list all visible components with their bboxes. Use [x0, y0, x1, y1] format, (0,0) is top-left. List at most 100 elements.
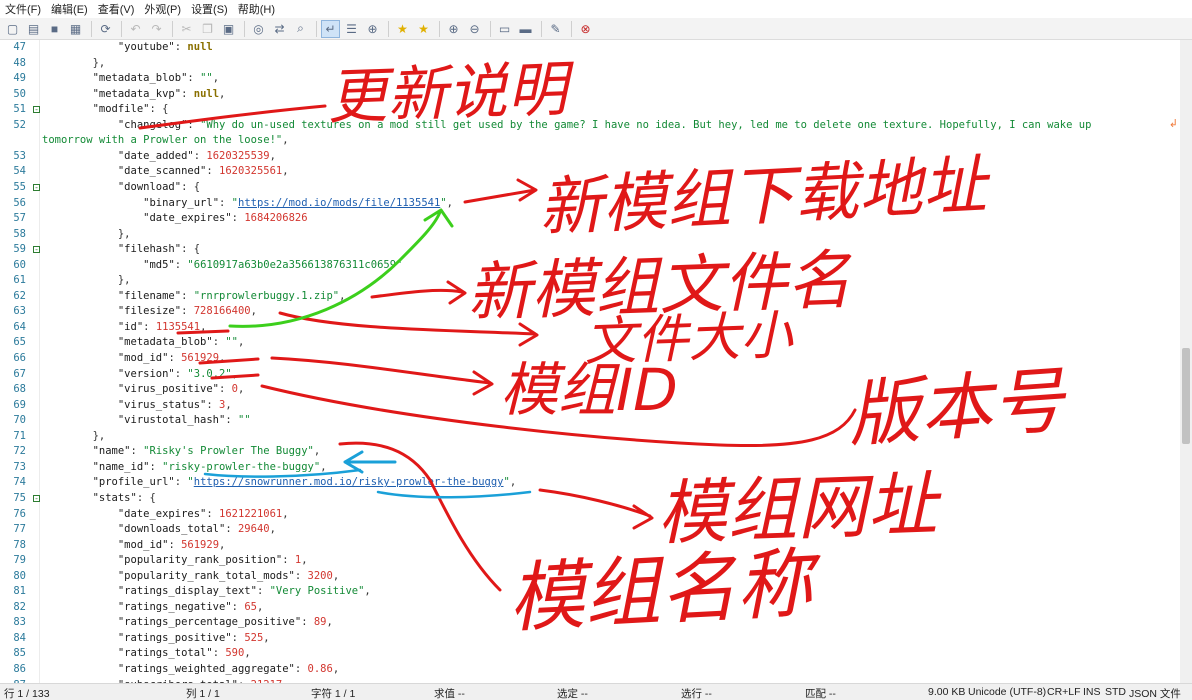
code-line[interactable]: "ratings_positive": 525, — [42, 631, 1172, 647]
code-line[interactable]: tomorrow with a Prowler on the loose!", — [42, 133, 1172, 149]
fold-toggle-icon[interactable]: - — [33, 246, 40, 254]
code-line[interactable]: "date_expires": 1621221061, — [42, 507, 1172, 523]
bookmark-next-icon[interactable]: ★ — [414, 20, 433, 38]
code-line[interactable]: "version": "3.0.2", — [42, 367, 1172, 383]
code-line[interactable]: "virustotal_hash": "" — [42, 413, 1172, 429]
code-line[interactable]: "changelog": "Why do un-used textures on… — [42, 118, 1172, 134]
status-ins[interactable]: INS — [1083, 686, 1101, 698]
status-filetype[interactable]: JSON 文件 — [1129, 686, 1181, 700]
toolbar-separator — [388, 20, 389, 37]
find-icon[interactable]: ◎ — [249, 20, 268, 38]
fold-toggle-icon[interactable]: - — [33, 494, 40, 502]
code-token: : — [193, 149, 207, 162]
line-number: 47 — [13, 41, 26, 53]
status-eol[interactable]: CR+LF — [1047, 686, 1081, 698]
paste-icon[interactable]: ▣ — [219, 20, 238, 38]
menu-item-4[interactable]: 设置(S) — [186, 1, 233, 17]
code-token: , — [282, 507, 289, 520]
code-line[interactable]: "download": { — [42, 180, 1172, 196]
save-all-icon[interactable]: ▦ — [66, 20, 85, 38]
code-line[interactable]: "virus_positive": 0, — [42, 382, 1172, 398]
code-token: 590 — [225, 647, 245, 660]
code-line[interactable]: "mod_id": 561929, — [42, 538, 1172, 554]
menu-item-0[interactable]: 文件(F) — [0, 1, 46, 17]
code-line[interactable]: "id": 1135541, — [42, 320, 1172, 336]
code-line[interactable]: "filesize": 728166400, — [42, 304, 1172, 320]
code-line[interactable]: "popularity_rank_position": 1, — [42, 553, 1172, 569]
replace-icon[interactable]: ⇄ — [270, 20, 289, 38]
code-line[interactable]: "virus_status": 3, — [42, 398, 1172, 414]
cut-icon[interactable]: ✂ — [177, 20, 196, 38]
zoom-out-icon[interactable]: ⊖ — [465, 20, 484, 38]
zoom-in-icon[interactable]: ⊕ — [444, 20, 463, 38]
save-icon[interactable]: ■ — [45, 20, 64, 38]
code-line[interactable]: }, — [42, 429, 1172, 445]
code-editor[interactable]: 47 48 49 50 51 52 53 54 55 56 57 58 59 60 61 62 63 64 65 66… — [0, 40, 1192, 683]
code-line[interactable]: "downloads_total": 29640, — [42, 522, 1172, 538]
code-line[interactable]: "modfile": { — [42, 102, 1172, 118]
code-line[interactable]: "name_id": "risky-prowler-the-buggy", — [42, 460, 1172, 476]
code-token: "mod_id" — [117, 538, 169, 551]
status-std[interactable]: STD — [1105, 686, 1126, 698]
fullscreen-icon[interactable]: ▬ — [516, 20, 535, 38]
close-icon[interactable]: ⊗ — [576, 20, 595, 38]
code-line[interactable]: "youtube": null — [42, 40, 1172, 56]
reload-icon[interactable]: ⟳ — [96, 20, 115, 38]
menu-item-3[interactable]: 外观(P) — [139, 1, 186, 17]
code-line[interactable]: "date_added": 1620325539, — [42, 149, 1172, 165]
code-line[interactable]: }, — [42, 56, 1172, 72]
menu-item-2[interactable]: 查看(V) — [93, 1, 140, 17]
code-token: , — [219, 87, 226, 100]
code-token: : — [168, 538, 182, 551]
code-line[interactable]: "date_scanned": 1620325561, — [42, 164, 1172, 180]
code-line[interactable]: "binary_url": "https://mod.io/mods/file/… — [42, 196, 1172, 212]
word-wrap-icon[interactable]: ↵ — [321, 19, 340, 38]
zoom-icon[interactable]: ⊕ — [363, 20, 382, 38]
code-line[interactable]: "ratings_total": 590, — [42, 646, 1172, 662]
undo-icon[interactable]: ↶ — [126, 20, 145, 38]
code-line[interactable]: "stats": { — [42, 491, 1172, 507]
code-link[interactable]: https://snowrunner.mod.io/risky-prowler-… — [194, 476, 504, 488]
code-token: 29640 — [237, 523, 270, 536]
line-numbers-icon[interactable]: ☰ — [342, 20, 361, 38]
code-line[interactable]: "popularity_rank_total_mods": 3200, — [42, 569, 1172, 585]
code-line[interactable]: "metadata_blob": "", — [42, 71, 1172, 87]
code-line[interactable]: "ratings_weighted_aggregate": 0.86, — [42, 662, 1172, 678]
display-icon[interactable]: ▭ — [495, 20, 514, 38]
menu-item-5[interactable]: 帮助(H) — [233, 1, 280, 17]
vertical-scrollbar[interactable] — [1180, 40, 1192, 683]
code-line[interactable]: "metadata_kvp": null, — [42, 87, 1172, 103]
code-line[interactable]: "md5": "6610917a63b0e2a356613876311c0659… — [42, 258, 1172, 274]
code-line[interactable]: "ratings_display_text": "Very Positive", — [42, 584, 1172, 600]
copy-icon[interactable]: ❐ — [198, 20, 217, 38]
open-file-icon[interactable]: ▤ — [24, 20, 43, 38]
code-token: , — [313, 445, 321, 458]
code-line[interactable]: "ratings_negative": 65, — [42, 600, 1172, 616]
code-line[interactable]: "ratings_percentage_positive": 89, — [42, 615, 1172, 631]
code-line[interactable]: "metadata_blob": "", — [42, 335, 1172, 351]
code-token: 561929 — [181, 352, 220, 364]
code-line[interactable]: "filename": "rnrprowlerbuggy.1.zip", — [42, 289, 1172, 305]
code-link[interactable]: https://mod.io/mods/file/1135541 — [238, 197, 440, 209]
fold-toggle-icon[interactable]: - — [33, 183, 40, 191]
line-number: 66 — [13, 352, 26, 364]
find-in-files-icon[interactable]: ⌕ — [291, 20, 310, 38]
code-line[interactable]: "filehash": { — [42, 242, 1172, 258]
code-line[interactable]: "date_expires": 1684206826 — [42, 211, 1172, 227]
code-line[interactable]: }, — [42, 273, 1172, 289]
bookmark-icon[interactable]: ★ — [393, 20, 412, 38]
status-encoding[interactable]: Unicode (UTF-8) — [968, 686, 1046, 698]
pin-icon[interactable]: ✎ — [546, 20, 565, 38]
redo-icon[interactable]: ↷ — [147, 20, 166, 38]
code-line[interactable]: }, — [42, 227, 1172, 243]
code-line[interactable]: "name": "Risky's Prowler The Buggy", — [42, 444, 1172, 460]
code-line[interactable]: "mod_id": 561929, — [42, 351, 1172, 367]
scrollbar-thumb[interactable] — [1182, 348, 1190, 444]
code-token: : — [212, 647, 226, 660]
code-line[interactable]: "profile_url": "https://snowrunner.mod.i… — [42, 475, 1172, 491]
code-token: : — [294, 569, 308, 582]
menu-item-1[interactable]: 编辑(E) — [46, 1, 93, 17]
new-file-icon[interactable]: ▢ — [3, 20, 22, 38]
fold-toggle-icon[interactable]: - — [33, 106, 40, 114]
